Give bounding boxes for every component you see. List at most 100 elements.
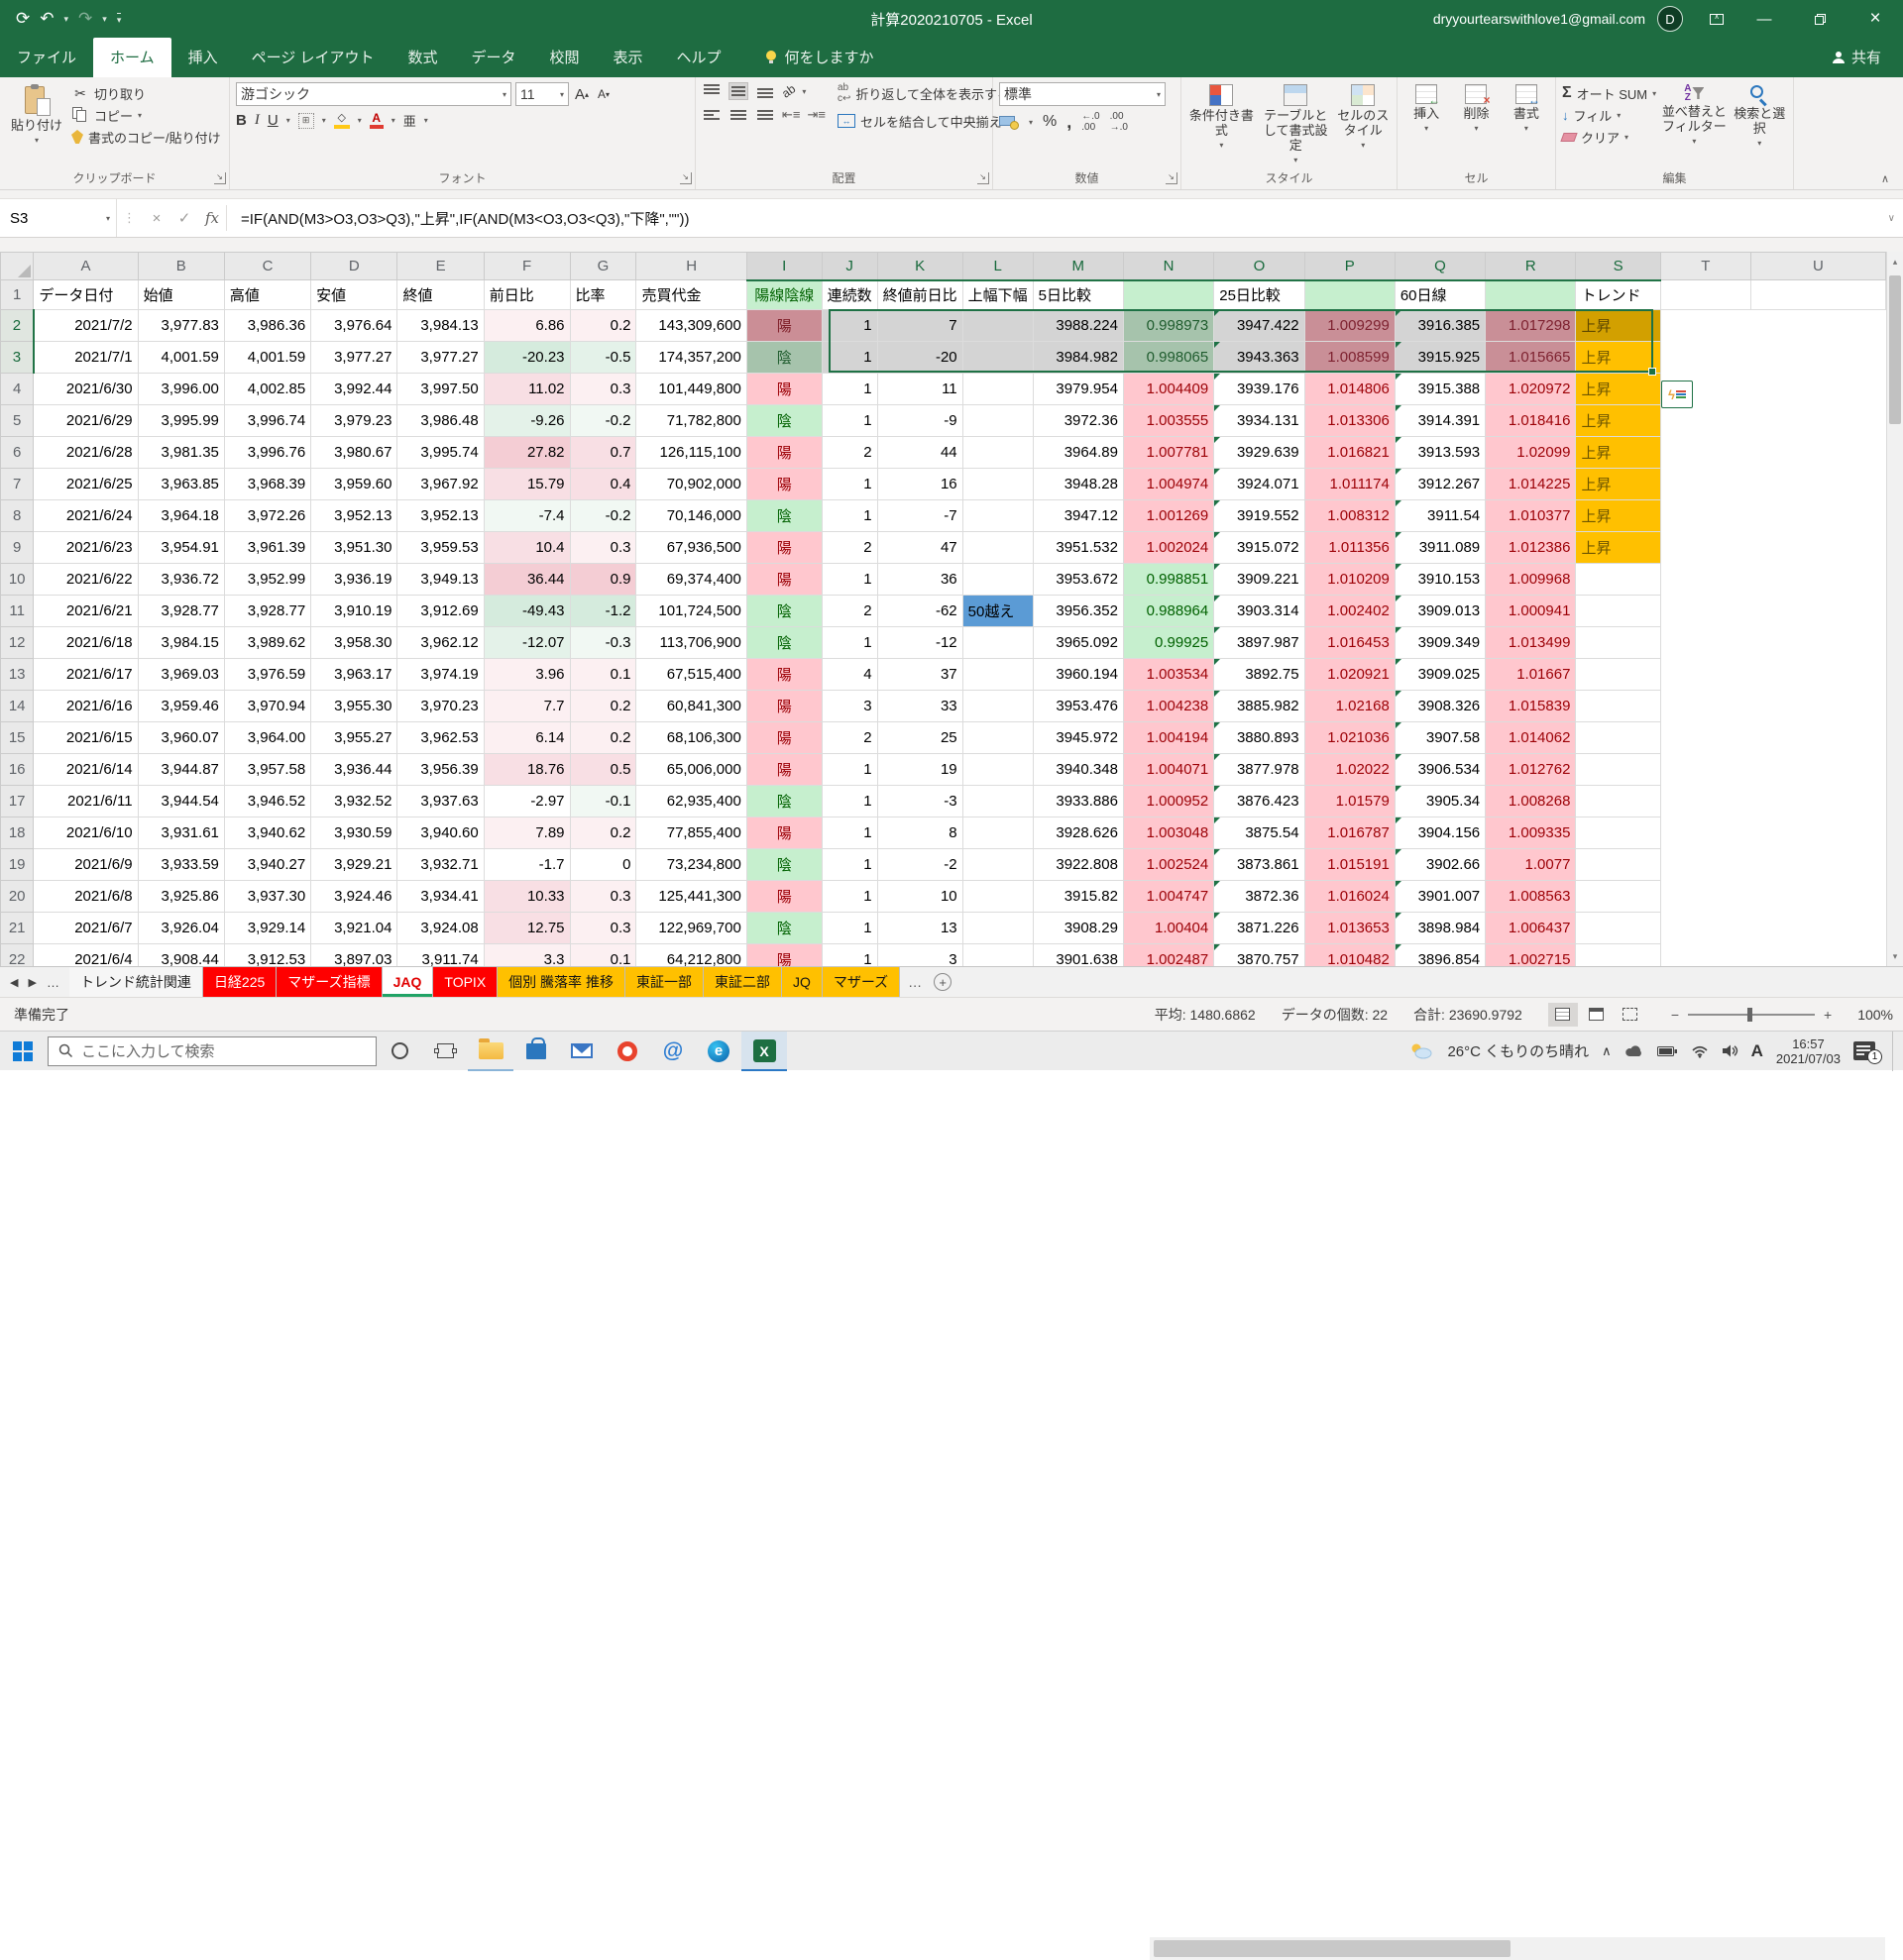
cell-R10[interactable]: 1.009968 — [1486, 564, 1576, 596]
insert-function-icon[interactable]: fx — [198, 209, 226, 227]
cell-I2[interactable]: 陽 — [746, 310, 822, 342]
cell-E16[interactable]: 3,956.39 — [397, 754, 484, 786]
cell-I22[interactable]: 陽 — [746, 944, 822, 967]
cell-L9[interactable] — [962, 532, 1033, 564]
cell-P6[interactable]: 1.016821 — [1304, 437, 1395, 469]
cell-S11[interactable] — [1576, 596, 1660, 627]
cell-L19[interactable] — [962, 849, 1033, 881]
cell-G22[interactable]: 0.1 — [570, 944, 636, 967]
row-header-1[interactable]: 1 — [1, 280, 34, 310]
cell-K11[interactable]: -62 — [877, 596, 962, 627]
cell-B21[interactable]: 3,926.04 — [138, 913, 224, 944]
cell-E18[interactable]: 3,940.60 — [397, 817, 484, 849]
cell-R15[interactable]: 1.014062 — [1486, 722, 1576, 754]
cell-E6[interactable]: 3,995.74 — [397, 437, 484, 469]
cell-D19[interactable]: 3,929.21 — [311, 849, 397, 881]
cell-N4[interactable]: 1.004409 — [1123, 374, 1213, 405]
row-header-22[interactable]: 22 — [1, 944, 34, 967]
cell-P20[interactable]: 1.016024 — [1304, 881, 1395, 913]
cell-O11[interactable]: 3903.314 — [1214, 596, 1304, 627]
restore-button[interactable] — [1792, 0, 1847, 38]
cell-M1[interactable]: 5日比較 — [1033, 280, 1123, 310]
italic-button[interactable]: I — [255, 112, 260, 129]
tab-ページ レイアウト[interactable]: ページ レイアウト — [235, 38, 392, 77]
cell-D10[interactable]: 3,936.19 — [311, 564, 397, 596]
number-format-combo[interactable]: 標準▾ — [999, 82, 1166, 106]
cell-B3[interactable]: 4,001.59 — [138, 342, 224, 374]
cell-D18[interactable]: 3,930.59 — [311, 817, 397, 849]
cell-G14[interactable]: 0.2 — [570, 691, 636, 722]
col-header-R[interactable]: R — [1486, 253, 1576, 280]
cell-C9[interactable]: 3,961.39 — [224, 532, 310, 564]
cell-J5[interactable]: 1 — [822, 405, 877, 437]
row-header-10[interactable]: 10 — [1, 564, 34, 596]
cell-J19[interactable]: 1 — [822, 849, 877, 881]
undo-icon[interactable]: ↶ — [40, 9, 54, 29]
minimize-button[interactable]: — — [1736, 0, 1792, 38]
sheet-tab-個別 騰落率 推移[interactable]: 個別 騰落率 推移 — [498, 967, 625, 997]
cell-S20[interactable] — [1576, 881, 1660, 913]
cell-J2[interactable]: 1 — [822, 310, 877, 342]
cell-N10[interactable]: 0.998851 — [1123, 564, 1213, 596]
cell-G9[interactable]: 0.3 — [570, 532, 636, 564]
cell-L13[interactable] — [962, 659, 1033, 691]
cell-C5[interactable]: 3,996.74 — [224, 405, 310, 437]
cell-S5[interactable]: 上昇 — [1576, 405, 1660, 437]
cell-H14[interactable]: 60,841,300 — [636, 691, 746, 722]
cell-R20[interactable]: 1.008563 — [1486, 881, 1576, 913]
insert-cells-button[interactable]: ← 挿入▾ — [1403, 82, 1449, 170]
col-header-U[interactable]: U — [1750, 253, 1885, 280]
cell-J9[interactable]: 2 — [822, 532, 877, 564]
cell-H6[interactable]: 126,115,100 — [636, 437, 746, 469]
cell-Q8[interactable]: 3911.54 — [1395, 500, 1485, 532]
cell-M8[interactable]: 3947.12 — [1033, 500, 1123, 532]
cell-K22[interactable]: 3 — [877, 944, 962, 967]
cell-A8[interactable]: 2021/6/24 — [34, 500, 138, 532]
redo-dropdown-icon[interactable]: ▾ — [102, 14, 107, 25]
cell-I20[interactable]: 陽 — [746, 881, 822, 913]
sort-filter-button[interactable]: AZ 並べ替えとフィルター▾ — [1660, 82, 1728, 170]
col-header-O[interactable]: O — [1214, 253, 1304, 280]
cell-N14[interactable]: 1.004238 — [1123, 691, 1213, 722]
cell-Q7[interactable]: 3912.267 — [1395, 469, 1485, 500]
cell-A22[interactable]: 2021/6/4 — [34, 944, 138, 967]
cell-Q13[interactable]: 3909.025 — [1395, 659, 1485, 691]
ime-indicator[interactable]: A — [1751, 1041, 1763, 1061]
cell-F6[interactable]: 27.82 — [484, 437, 570, 469]
cell-C17[interactable]: 3,946.52 — [224, 786, 310, 817]
col-header-L[interactable]: L — [962, 253, 1033, 280]
customize-qat-icon[interactable]: ▾ — [117, 13, 122, 26]
cell-P2[interactable]: 1.009299 — [1304, 310, 1395, 342]
cell-M11[interactable]: 3956.352 — [1033, 596, 1123, 627]
cell-Q22[interactable]: 3896.854 — [1395, 944, 1485, 967]
cell-D17[interactable]: 3,932.52 — [311, 786, 397, 817]
cell-I9[interactable]: 陽 — [746, 532, 822, 564]
cell-N16[interactable]: 1.004071 — [1123, 754, 1213, 786]
select-all-corner[interactable] — [1, 253, 34, 280]
horizontal-scrollbar[interactable] — [1150, 1937, 1885, 1960]
cell-A4[interactable]: 2021/6/30 — [34, 374, 138, 405]
cell-S1[interactable]: トレンド — [1576, 280, 1660, 310]
cell-N3[interactable]: 0.998065 — [1123, 342, 1213, 374]
cell-F19[interactable]: -1.7 — [484, 849, 570, 881]
avatar[interactable]: D — [1657, 6, 1683, 32]
tab-ホーム[interactable]: ホーム — [93, 38, 171, 77]
cell-E14[interactable]: 3,970.23 — [397, 691, 484, 722]
cell-Q2[interactable]: 3916.385 — [1395, 310, 1485, 342]
cell-N12[interactable]: 0.99925 — [1123, 627, 1213, 659]
cell-F9[interactable]: 10.4 — [484, 532, 570, 564]
cell-I3[interactable]: 陰 — [746, 342, 822, 374]
col-header-Q[interactable]: Q — [1395, 253, 1485, 280]
cell-styles-button[interactable]: セルのスタイル▾ — [1336, 82, 1391, 170]
cell-M7[interactable]: 3948.28 — [1033, 469, 1123, 500]
cell-L7[interactable] — [962, 469, 1033, 500]
cell-A19[interactable]: 2021/6/9 — [34, 849, 138, 881]
delete-cells-button[interactable]: × 削除▾ — [1453, 82, 1499, 170]
format-as-table-button[interactable]: テーブルとして書式設定▾ — [1260, 82, 1332, 170]
cell-F18[interactable]: 7.89 — [484, 817, 570, 849]
sheet-nav-left-icon[interactable]: ◀ — [10, 976, 18, 989]
cell-I8[interactable]: 陰 — [746, 500, 822, 532]
cell-G20[interactable]: 0.3 — [570, 881, 636, 913]
cell-J1[interactable]: 連続数 — [822, 280, 877, 310]
cell-F3[interactable]: -20.23 — [484, 342, 570, 374]
